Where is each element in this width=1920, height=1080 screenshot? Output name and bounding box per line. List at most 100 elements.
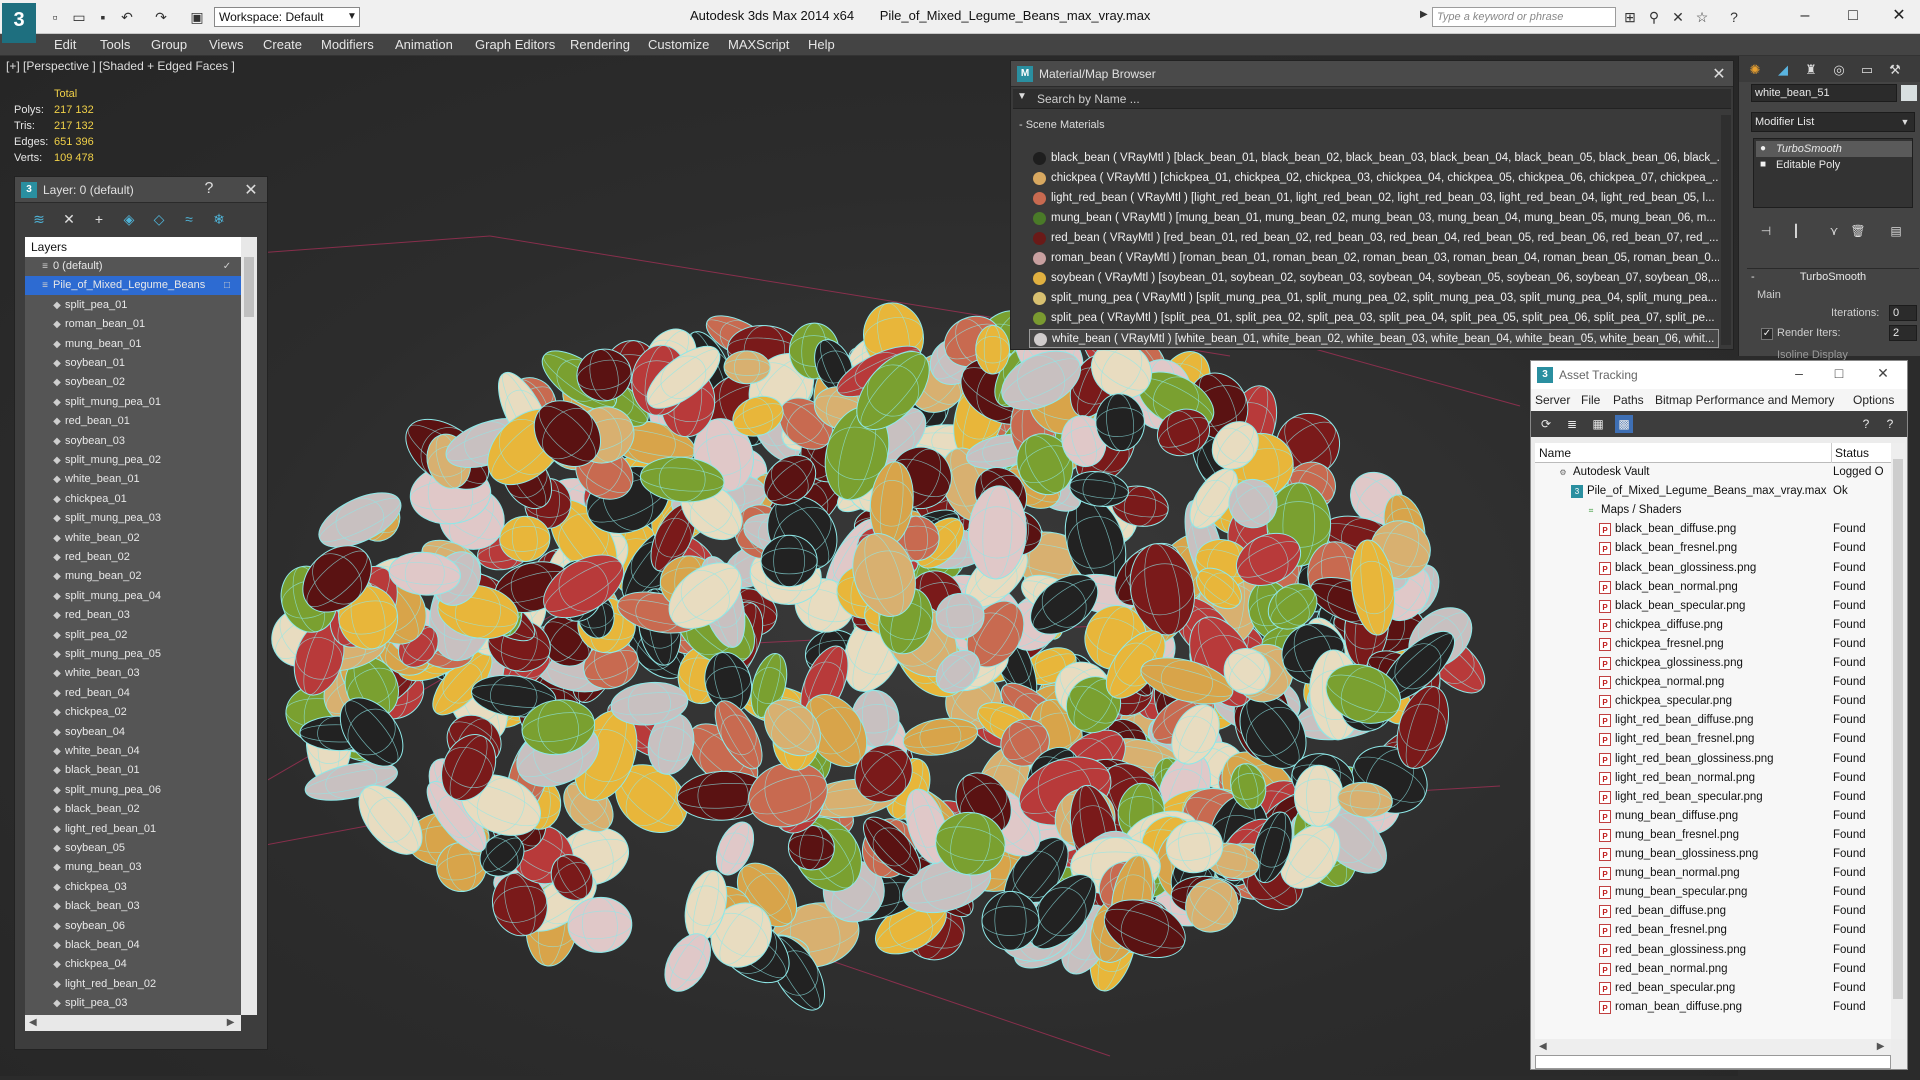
maximize-button[interactable]: □ (1827, 365, 1851, 381)
layer-row[interactable]: ◆ split_mung_pea_02 (25, 451, 241, 470)
project-icon[interactable]: ▣ (188, 8, 206, 26)
material-row[interactable]: light_red_bean ( VRayMtl ) [light_red_be… (1029, 189, 1719, 208)
scrollbar-thumb[interactable] (244, 257, 254, 317)
close-icon[interactable]: ✕ (241, 180, 261, 200)
close-button[interactable]: ✕ (1884, 6, 1914, 26)
layer-row[interactable]: ◆ white_bean_04 (25, 742, 241, 761)
new-layer-icon[interactable]: ≋ (29, 210, 49, 228)
layer-row[interactable]: ◆ split_mung_pea_04 (25, 587, 241, 606)
undo-icon[interactable]: ↶ (118, 8, 136, 26)
menu-tools[interactable]: Tools (100, 37, 130, 52)
layer-row[interactable]: ◆ white_bean_02 (25, 529, 241, 548)
asset-row[interactable]: Plight_red_bean_diffuse.png Found (1535, 711, 1891, 730)
configure-sets-icon[interactable]: ▤ (1887, 222, 1905, 240)
maximize-button[interactable]: □ (1838, 6, 1868, 26)
layer-row[interactable]: ◆ split_mung_pea_06 (25, 781, 241, 800)
render-iters-checkbox[interactable]: ✓ (1761, 328, 1773, 340)
scrollbar-thumb[interactable] (1893, 459, 1903, 999)
hierarchy-tab-icon[interactable]: ♜ (1801, 60, 1821, 80)
show-end-result-icon[interactable]: ┃ (1787, 222, 1805, 240)
layer-row[interactable]: ◆ soybean_06 (25, 917, 241, 936)
asset-row[interactable]: Pchickpea_normal.png Found (1535, 673, 1891, 692)
asset-row[interactable]: ⌗ Maps / Shaders (1535, 501, 1891, 520)
layers-horizontal-scrollbar[interactable]: ◀ ▶ (25, 1015, 241, 1031)
remove-modifier-icon[interactable]: 🗑 (1849, 222, 1867, 240)
minimize-button[interactable]: – (1787, 365, 1811, 381)
layer-row[interactable]: ◆ black_bean_01 (25, 761, 241, 780)
layer-row[interactable]: ◆ split_pea_03 (25, 994, 241, 1013)
menu-help[interactable]: Help (808, 37, 835, 52)
layer-row[interactable]: ◆ soybean_02 (25, 373, 241, 392)
layer-row[interactable]: ◆ mung_bean_02 (25, 567, 241, 586)
material-row[interactable]: white_bean ( VRayMtl ) [white_bean_01, w… (1029, 329, 1719, 348)
menu-rendering[interactable]: Rendering (570, 37, 630, 52)
layer-row[interactable]: ◆ chickpea_03 (25, 878, 241, 897)
object-color-swatch[interactable] (1901, 85, 1917, 101)
layer-row[interactable]: ◆ roman_bean_01 (25, 315, 241, 334)
asset-row[interactable]: Pred_bean_normal.png Found (1535, 960, 1891, 979)
menu-modifiers[interactable]: Modifiers (321, 37, 374, 52)
add-to-layer-icon[interactable]: + (89, 210, 109, 228)
freeze-all-icon[interactable]: ❄ (209, 210, 229, 228)
column-divider[interactable] (1831, 443, 1832, 463)
stack-item-editable-poly[interactable]: ■ Editable Poly (1756, 157, 1912, 173)
asset-row[interactable]: Pblack_bean_specular.png Found (1535, 597, 1891, 616)
layer-row[interactable]: ◆ soybean_01 (25, 354, 241, 373)
material-browser-titlebar[interactable]: M Material/Map Browser ✕ (1011, 61, 1733, 87)
menu-group[interactable]: Group (151, 37, 187, 52)
layer-row[interactable]: ◆ chickpea_01 (25, 490, 241, 509)
layer-row[interactable]: ≡ 0 (default) ✓ (25, 257, 241, 276)
asset-row[interactable]: Pblack_bean_glossiness.png Found (1535, 559, 1891, 578)
asset-row[interactable]: Pblack_bean_normal.png Found (1535, 578, 1891, 597)
asset-row[interactable]: Pmung_bean_normal.png Found (1535, 864, 1891, 883)
layer-row[interactable]: ◆ split_pea_01 (25, 296, 241, 315)
asset-row[interactable]: Plight_red_bean_specular.png Found (1535, 788, 1891, 807)
layer-row[interactable]: ◆ black_bean_03 (25, 897, 241, 916)
layer-row[interactable]: ◆ black_bean_04 (25, 936, 241, 955)
layers-column-header[interactable]: Layers (25, 237, 241, 257)
layer-row[interactable]: ◆ red_bean_03 (25, 606, 241, 625)
layer-row[interactable]: ◆ white_bean_01 (25, 470, 241, 489)
asset-row[interactable]: Pchickpea_specular.png Found (1535, 692, 1891, 711)
asset-tracking-titlebar[interactable]: 3 Asset Tracking – □ ✕ (1531, 361, 1907, 389)
material-row[interactable]: chickpea ( VRayMtl ) [chickpea_01, chick… (1029, 169, 1719, 188)
asset-row[interactable]: Plight_red_bean_fresnel.png Found (1535, 730, 1891, 749)
material-scrollbar[interactable] (1721, 115, 1731, 345)
layer-row[interactable]: ◆ light_red_bean_02 (25, 975, 241, 994)
new-file-icon[interactable]: ▫ (46, 8, 64, 26)
object-name-field[interactable]: white_bean_51 (1751, 84, 1897, 102)
layer-row[interactable]: ≡ Pile_of_Mixed_Legume_Beans □ (25, 276, 241, 296)
asset-row[interactable]: Pchickpea_fresnel.png Found (1535, 635, 1891, 654)
layer-row[interactable]: ◆ light_red_bean_01 (25, 820, 241, 839)
help-icon[interactable]: ? (199, 180, 219, 198)
material-search-input[interactable]: Search by Name ... (1013, 89, 1731, 109)
layer-row[interactable]: ◆ soybean_04 (25, 723, 241, 742)
asset-row[interactable]: Plight_red_bean_glossiness.png Found (1535, 750, 1891, 769)
asset-row[interactable]: Pred_bean_diffuse.png Found (1535, 902, 1891, 921)
menu-file[interactable]: File (1581, 393, 1600, 407)
redo-icon[interactable]: ↷ (152, 8, 170, 26)
column-name[interactable]: Name (1539, 446, 1571, 460)
asset-row[interactable]: Pmung_bean_specular.png Found (1535, 883, 1891, 902)
layer-row[interactable]: ◆ chickpea_04 (25, 955, 241, 974)
favorites-star-icon[interactable]: ☆ (1692, 8, 1712, 26)
current-layer-check-icon[interactable]: ✓ (221, 257, 233, 276)
open-file-icon[interactable]: ▭ (70, 8, 88, 26)
viewport-label[interactable]: [+] [Perspective ] [Shaded + Edged Faces… (6, 59, 235, 73)
help-icon[interactable]: ? (1724, 8, 1744, 26)
asset-vertical-scrollbar[interactable] (1891, 443, 1905, 1039)
layer-panel-titlebar[interactable]: 3 Layer: 0 (default) ? ✕ (15, 177, 267, 203)
modifier-list-dropdown[interactable]: Modifier List ▼ (1751, 112, 1915, 132)
save-icon[interactable]: ▪ (94, 8, 112, 26)
scene-materials-section[interactable]: - Scene Materials (1019, 119, 1105, 131)
iterations-spinner[interactable]: 0 (1889, 305, 1917, 321)
chevron-left-icon[interactable]: ◀ (29, 1017, 37, 1028)
highlight-layer-icon[interactable]: ◇ (149, 210, 169, 228)
expand-icon[interactable]: ■ (1760, 157, 1766, 173)
subscription-icon[interactable]: ⚲ (1644, 8, 1664, 26)
menu-edit[interactable]: Edit (54, 37, 76, 52)
close-button[interactable]: ✕ (1871, 365, 1895, 382)
asset-row[interactable]: Pmung_bean_fresnel.png Found (1535, 826, 1891, 845)
help-context-icon[interactable]: ? (1881, 415, 1899, 433)
menu-bitmap-performance[interactable]: Bitmap Performance and Memory (1655, 393, 1834, 407)
